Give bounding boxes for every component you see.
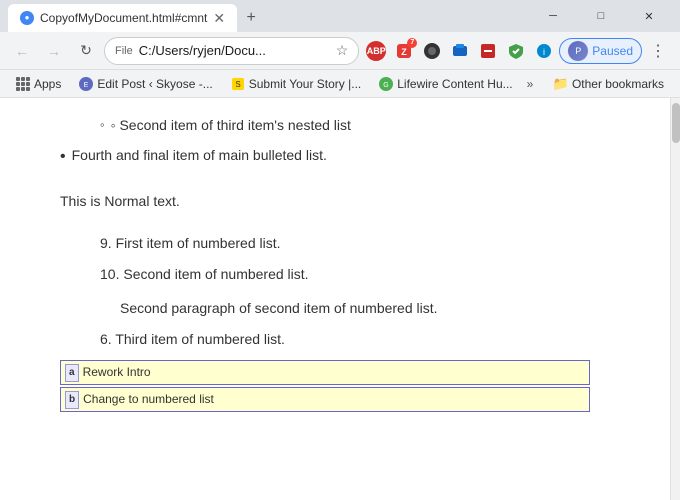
- tab-favicon: ●: [20, 11, 34, 25]
- svg-text:Z: Z: [402, 47, 408, 57]
- comment-b-marker: b: [65, 391, 79, 409]
- svg-text:E: E: [84, 82, 89, 89]
- second-para-text: Second paragraph of second item of numbe…: [120, 300, 438, 316]
- address-box[interactable]: File C:/Users/ryjen/Docu... ☆: [104, 37, 359, 65]
- red-extension-icon: Z: [395, 42, 413, 60]
- lifewire-label: Lifewire Content Hu...: [397, 77, 512, 91]
- back-button[interactable]: ←: [8, 37, 36, 65]
- minimize-button[interactable]: ─: [530, 0, 576, 32]
- page-area: ◦ ◦ Second item of third item's nested l…: [0, 98, 680, 500]
- comment-a-text: Rework Intro: [83, 363, 151, 382]
- svg-text:G: G: [384, 82, 389, 89]
- numbered-list-section: 9. First item of numbered list. 10. Seco…: [60, 232, 630, 350]
- close-button[interactable]: ✕: [626, 0, 672, 32]
- numbered-item-6: 6. Third item of numbered list.: [100, 328, 630, 350]
- bookmark-lifewire[interactable]: G Lifewire Content Hu...: [371, 75, 520, 93]
- extension-badge-icon[interactable]: Z: [391, 38, 417, 64]
- numbered-10-text: 10. Second item of numbered list.: [100, 266, 309, 282]
- page-content: ◦ ◦ Second item of third item's nested l…: [0, 98, 670, 500]
- ext-icon-red[interactable]: [475, 38, 501, 64]
- comment-box-b: b Change to numbered list: [60, 387, 590, 412]
- ext-icon-3[interactable]: i: [531, 38, 557, 64]
- active-tab[interactable]: ● CopyofMyDocument.html#cmnt ✕: [8, 4, 237, 32]
- refresh-button[interactable]: ↻: [72, 37, 100, 65]
- comment-a-marker: a: [65, 364, 79, 382]
- numbered-item-9: 9. First item of numbered list.: [100, 232, 630, 254]
- normal-text-para: This is Normal text.: [60, 190, 630, 212]
- edit-post-favicon: E: [79, 77, 93, 91]
- numbered-9-text: 9. First item of numbered list.: [100, 235, 281, 251]
- bookmark-apps[interactable]: Apps: [8, 75, 69, 93]
- window-controls: ─ □ ✕: [530, 0, 672, 32]
- titlebar-left: ● CopyofMyDocument.html#cmnt ✕ +: [8, 0, 530, 32]
- normal-text: This is Normal text.: [60, 193, 180, 209]
- scrollbar[interactable]: [670, 98, 680, 500]
- numbered-item-10: 10. Second item of numbered list.: [100, 263, 630, 285]
- lifewire-favicon: G: [379, 77, 393, 91]
- addressbar: ← → ↻ File C:/Users/ryjen/Docu... ☆ ABP …: [0, 32, 680, 70]
- bullet-item-nested: ◦ ◦ Second item of third item's nested l…: [100, 114, 630, 136]
- bullet-dot-icon: •: [60, 144, 66, 170]
- numbered-6-text: 6. Third item of numbered list.: [100, 331, 285, 347]
- titlebar: ● CopyofMyDocument.html#cmnt ✕ + ─ □ ✕: [0, 0, 680, 32]
- url-text: C:/Users/ryjen/Docu...: [139, 43, 330, 58]
- bookmark-submit-story[interactable]: S Submit Your Story |...: [223, 75, 370, 93]
- bookmark-edit-post[interactable]: E Edit Post ‹ Skyose -...: [71, 75, 220, 93]
- svg-text:S: S: [235, 80, 240, 89]
- comment-box-a: a Rework Intro: [60, 360, 590, 385]
- bullet-dash-icon: ◦: [100, 115, 105, 136]
- svg-text:i: i: [543, 47, 545, 57]
- tab-close-button[interactable]: ✕: [213, 10, 225, 27]
- tab-title: CopyofMyDocument.html#cmnt: [40, 11, 207, 25]
- nested-second-text: ◦ Second item of third item's nested lis…: [111, 114, 351, 136]
- apps-grid-icon: [16, 77, 30, 91]
- folder-icon: 📁: [553, 76, 569, 92]
- bookmarks-bar: Apps E Edit Post ‹ Skyose -... S Submit …: [0, 70, 680, 98]
- more-bookmarks-button[interactable]: »: [523, 75, 538, 93]
- profile-button[interactable]: P Paused: [559, 38, 642, 64]
- abp-logo: ABP: [366, 41, 386, 61]
- chrome-menu-button[interactable]: ⋮: [644, 37, 672, 65]
- profile-avatar: P: [568, 41, 588, 61]
- second-para-item: Second paragraph of second item of numbe…: [120, 297, 630, 319]
- dark-extension-icon[interactable]: [419, 38, 445, 64]
- shield-icon[interactable]: [503, 38, 529, 64]
- adblock-icon[interactable]: ABP: [363, 38, 389, 64]
- scheme-label: File: [115, 45, 133, 57]
- ext-icon-1[interactable]: [447, 38, 473, 64]
- comment-b-text: Change to numbered list: [83, 390, 214, 409]
- submit-story-favicon: S: [231, 77, 245, 91]
- fourth-bullet-item: • Fourth and final item of main bulleted…: [60, 144, 630, 170]
- scrollbar-thumb[interactable]: [672, 103, 680, 143]
- content-section: ◦ ◦ Second item of third item's nested l…: [60, 98, 670, 424]
- toolbar-icons: ABP Z: [363, 37, 672, 65]
- comments-section: a Rework Intro b Change to numbered list: [60, 360, 630, 412]
- fourth-bullet-text: Fourth and final item of main bulleted l…: [72, 144, 327, 166]
- other-bookmarks-label: Other bookmarks: [572, 77, 664, 91]
- new-tab-button[interactable]: +: [237, 4, 265, 32]
- submit-story-label: Submit Your Story |...: [249, 77, 362, 91]
- maximize-button[interactable]: □: [578, 0, 624, 32]
- tab-area: ● CopyofMyDocument.html#cmnt ✕ +: [8, 0, 265, 32]
- other-bookmarks-folder[interactable]: 📁 Other bookmarks: [545, 74, 672, 94]
- edit-post-label: Edit Post ‹ Skyose -...: [97, 77, 212, 91]
- apps-label: Apps: [34, 77, 61, 91]
- profile-label: Paused: [592, 44, 633, 58]
- forward-button[interactable]: →: [40, 37, 68, 65]
- nested-bullet-item: ◦ ◦ Second item of third item's nested l…: [60, 114, 630, 136]
- bookmark-star-icon[interactable]: ☆: [336, 42, 349, 59]
